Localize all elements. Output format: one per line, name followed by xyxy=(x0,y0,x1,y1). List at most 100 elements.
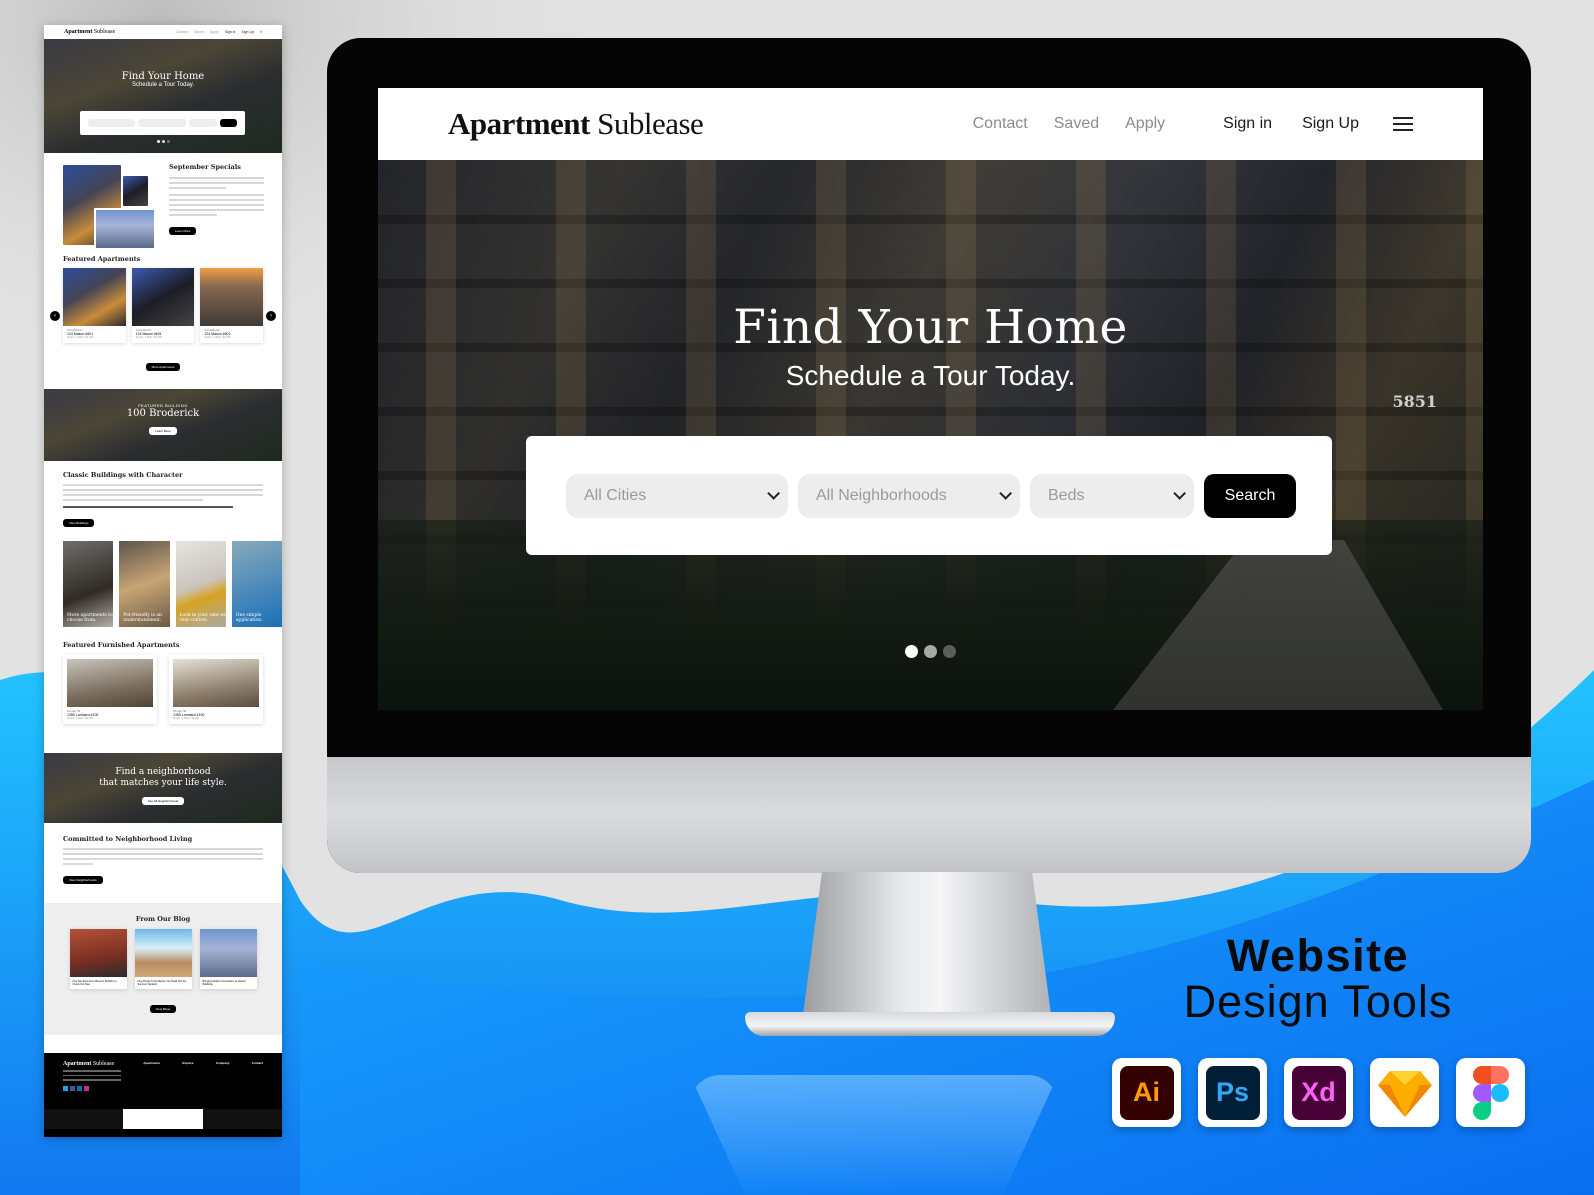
featured-cards: Soma/Mission 124 Mason #601 Studio / 1 B… xyxy=(63,268,264,343)
mini-link-saved: Saved xyxy=(194,30,205,34)
carousel-dot[interactable] xyxy=(943,645,956,658)
featured-building-name: 100 Broderick xyxy=(126,408,200,419)
sketch-icon xyxy=(1370,1058,1439,1127)
nav-link-apply[interactable]: Apply xyxy=(1125,115,1165,133)
committed-title: Committed to Neighborhood Living xyxy=(63,835,193,843)
featured-building-banner: FEATURED BUILDING 100 Broderick Learn Mo… xyxy=(44,389,282,461)
footer-col-apartments: Apartments xyxy=(143,1061,161,1065)
committed-section: Committed to Neighborhood Living View Ne… xyxy=(44,823,282,903)
specials-text: September Specials Learn More xyxy=(169,163,264,237)
tile[interactable]: Lock in your rate with rent control. xyxy=(175,541,230,627)
mini-logo: Apartment Sublease xyxy=(64,29,116,35)
furnished-section: Featured Furnished Apartments Russian Hi… xyxy=(44,641,282,753)
see-all-neighborhoods-button[interactable]: See All Neighborhoods xyxy=(141,797,185,805)
neighborhood-select[interactable]: All Neighborhoods xyxy=(798,473,1020,518)
featured-apartments-title: Featured Apartments xyxy=(63,255,141,263)
mini-hero-subtitle: Schedule a Tour Today. xyxy=(131,82,195,88)
mini-search-box xyxy=(80,111,245,135)
footer-col-contact: Contact xyxy=(251,1061,263,1065)
neighborhood-banner: Find a neighborhood that matches your li… xyxy=(44,753,282,823)
site-navbar: Apartment Sublease Contact Saved Apply S… xyxy=(378,88,1483,160)
design-tools-icons: Ai Ps Xd xyxy=(1112,1058,1525,1127)
hamburger-menu-icon[interactable] xyxy=(1393,117,1413,131)
view-buildings-button[interactable]: View Buildings xyxy=(63,519,95,527)
featured-card[interactable]: Soma/Mission 124 Mason #601 Studio / 1 B… xyxy=(63,268,126,343)
mini-select-beds xyxy=(188,119,218,127)
specials-title: September Specials xyxy=(169,163,241,171)
blog-card[interactable]: Five Things To Do Before You Head Out Fo… xyxy=(134,929,192,989)
mini-hero-title: Find Your Home xyxy=(121,71,205,82)
mini-link-signin: Sign in xyxy=(224,30,236,34)
featured-card[interactable]: Soma/Mission 124 Mason #601 Studio / 1 B… xyxy=(200,268,264,343)
desktop-monitor: 5851 Find Your Home Schedule a Tour Toda… xyxy=(327,38,1531,873)
mini-link-contact: Contact xyxy=(176,30,189,34)
view-blogs-button[interactable]: View Blogs xyxy=(149,1005,177,1013)
promo-line-1: Website xyxy=(1226,930,1410,981)
search-button[interactable]: Search xyxy=(1204,473,1296,518)
monitor-chin xyxy=(327,757,1531,873)
sign-in-link[interactable]: Sign in xyxy=(1223,115,1272,133)
promo-heading: Website Design Tools xyxy=(1172,930,1464,1028)
photoshop-icon: Ps xyxy=(1198,1058,1267,1127)
classic-title: Classic Buildings with Character xyxy=(63,471,183,479)
featured-building-learn-more[interactable]: Learn More xyxy=(149,427,177,435)
specials-photo-2 xyxy=(123,176,148,206)
mini-carousel-dots xyxy=(44,140,282,143)
blog-section: From Our Blog Five San Francisco Museum … xyxy=(44,903,282,1035)
footer-col-company: Company xyxy=(215,1061,230,1065)
beds-select[interactable]: Beds xyxy=(1030,473,1194,518)
figma-icon xyxy=(1456,1058,1525,1127)
mini-link-apply: Apply xyxy=(210,30,219,34)
tile[interactable]: More apartments to choose from. xyxy=(63,541,114,627)
mini-search-button xyxy=(220,119,238,127)
mini-select-city xyxy=(88,119,136,127)
mini-footer: Apartment Sublease Apartments Explore Co… xyxy=(44,1053,282,1137)
illustrator-icon: Ai xyxy=(1112,1058,1181,1127)
mini-menu-icon: ≡ xyxy=(259,30,262,34)
chevron-down-icon xyxy=(767,487,780,500)
facebook-icon[interactable] xyxy=(70,1085,75,1091)
feature-tiles: More apartments to choose from. Pet-frie… xyxy=(44,541,282,641)
furnished-title: Featured Furnished Apartments xyxy=(63,641,180,649)
carousel-dot-active[interactable] xyxy=(905,645,918,658)
mini-select-neighborhood xyxy=(138,119,186,127)
featured-prev-arrow-icon[interactable]: ‹ xyxy=(50,311,60,321)
more-apartments-button[interactable]: More Apartments xyxy=(145,363,181,371)
view-neighborhoods-button[interactable]: View Neighborhoods xyxy=(63,876,103,884)
furnished-card[interactable]: Russian Hill 1355 Lombard #100 Studio / … xyxy=(63,655,157,724)
tile[interactable]: One simple application. xyxy=(231,541,282,627)
classic-buildings-section: Classic Buildings with Character View Bu… xyxy=(44,461,282,541)
city-select[interactable]: All Cities xyxy=(566,473,788,518)
carousel-dots xyxy=(378,645,1483,658)
chevron-down-icon xyxy=(999,487,1012,500)
site-logo[interactable]: Apartment Sublease xyxy=(448,106,704,142)
footer-col-explore: Explore xyxy=(182,1061,194,1065)
monitor-stand-neck xyxy=(802,872,1052,1022)
xd-icon: Xd xyxy=(1284,1058,1353,1127)
linkedin-icon[interactable] xyxy=(77,1085,82,1091)
furnished-card[interactable]: Russian Hill 1355 Lombard #100 Studio / … xyxy=(169,655,263,724)
twitter-icon[interactable] xyxy=(63,1085,68,1091)
mini-hero: Find Your Home Schedule a Tour Today. xyxy=(44,39,282,153)
chevron-down-icon xyxy=(1173,487,1186,500)
blog-title: From Our Blog xyxy=(135,915,191,923)
featured-card[interactable]: Soma/Mission 124 Mason #601 Studio / 1 B… xyxy=(131,268,195,343)
featured-apartments-section: Featured Apartments Soma/Mission 124 Mas… xyxy=(44,251,282,389)
full-page-mockup: Apartment Sublease Contact Saved Apply S… xyxy=(44,25,282,1137)
promo-line-2: Design Tools xyxy=(1183,976,1453,1027)
specials-photo-3 xyxy=(94,208,156,250)
featured-next-arrow-icon[interactable]: › xyxy=(266,311,276,321)
hero-subtitle: Schedule a Tour Today. xyxy=(785,360,1076,391)
mini-navbar: Apartment Sublease Contact Saved Apply S… xyxy=(44,25,282,39)
nav-link-contact[interactable]: Contact xyxy=(973,115,1028,133)
nav-link-saved[interactable]: Saved xyxy=(1054,115,1099,133)
specials-learn-more-button[interactable]: Learn More xyxy=(169,227,197,235)
blog-card[interactable]: Five San Francisco Museum Exhibits to Ch… xyxy=(69,929,127,989)
carousel-dot[interactable] xyxy=(924,645,937,658)
sign-up-link[interactable]: Sign Up xyxy=(1302,115,1359,133)
blog-card[interactable]: Bringing Modern Innovations to Classic B… xyxy=(199,929,257,989)
monitor-screen: 5851 Find Your Home Schedule a Tour Toda… xyxy=(378,88,1483,710)
hero-title: Find Your Home xyxy=(733,300,1128,355)
tile[interactable]: Pet-friendly is an understatement. xyxy=(119,541,170,627)
instagram-icon[interactable] xyxy=(84,1085,89,1091)
